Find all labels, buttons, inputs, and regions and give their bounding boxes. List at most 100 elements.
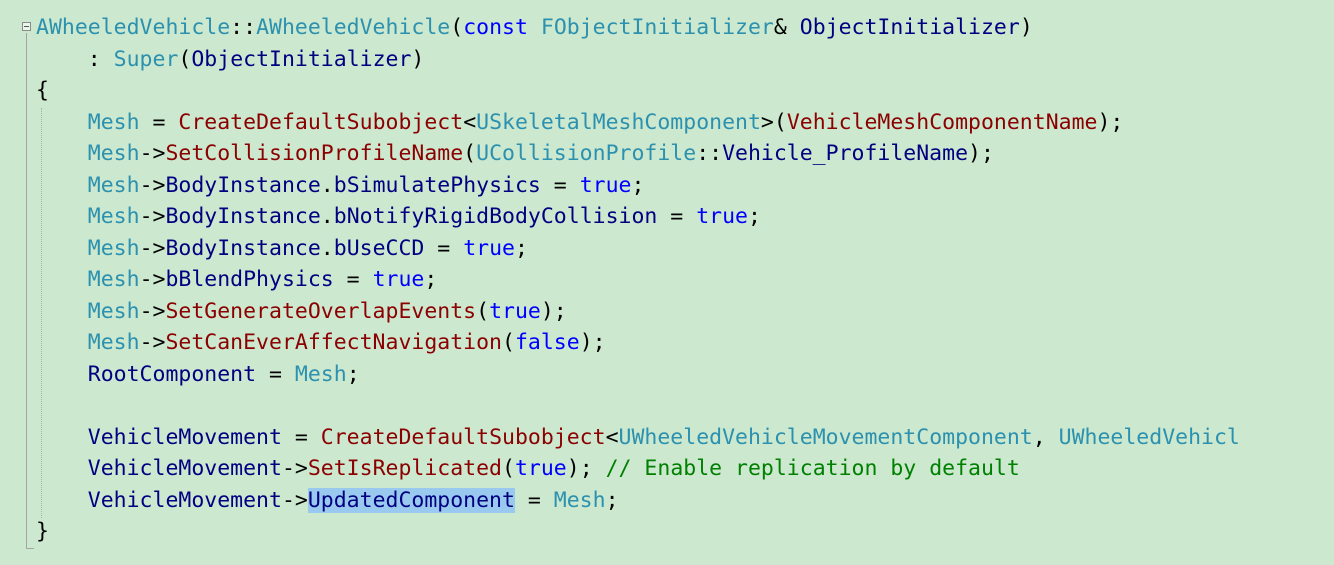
member-token: Mesh [87, 141, 140, 166]
operator-token: = [424, 235, 464, 261]
function-token: SetGenerateOverlapEvents [165, 298, 477, 324]
code-line-11[interactable]: Mesh->SetCanEverAffectNavigation(false); [36, 327, 606, 359]
code-line-3[interactable]: { [36, 75, 49, 107]
keyword-token: true [489, 298, 541, 324]
code-line-8[interactable]: Mesh->BodyInstance.bUseCCD = true; [36, 233, 528, 265]
punctuation-token: >( [760, 109, 787, 135]
member-token: Mesh [87, 267, 140, 292]
function-token: CreateDefaultSubobject [320, 424, 606, 450]
punctuation-token: ; [631, 172, 645, 198]
type-token: UWheeledVehicleMovementComponent [618, 424, 1033, 450]
punctuation-token: ); [566, 456, 606, 481]
code-line-14[interactable]: VehicleMovement = CreateDefaultSubobject… [36, 422, 1240, 454]
indent-token [36, 362, 88, 387]
operator-token: -> [139, 141, 166, 166]
function-token: SetCollisionProfileName [165, 141, 464, 166]
punctuation-token: ; [747, 204, 761, 229]
punctuation-token: ); [540, 298, 567, 324]
operator-token: -> [139, 330, 166, 355]
field-token: RootComponent [87, 361, 257, 387]
indent-token [36, 488, 88, 513]
code-line-12[interactable]: RootComponent = Mesh; [36, 359, 360, 391]
operator-token: = [256, 361, 295, 387]
code-line-16[interactable]: VehicleMovement->UpdatedComponent = Mesh… [36, 485, 619, 517]
member-token: Mesh [87, 172, 140, 198]
keyword-token: const [463, 15, 528, 40]
indent-token [36, 204, 88, 229]
collapse-toggle-icon[interactable] [22, 22, 31, 31]
operator-token: = [139, 109, 179, 135]
operator-token: -> [139, 235, 166, 261]
operator-token: -> [281, 487, 308, 513]
operator-token: -> [139, 267, 166, 292]
code-editor[interactable]: AWheeledVehicle::AWheeledVehicle(const F… [0, 0, 1334, 565]
field-token: VehicleMovement [87, 487, 282, 513]
member-token: Mesh [87, 235, 140, 261]
punctuation-token: ; [424, 267, 438, 292]
keyword-token: true [696, 204, 748, 229]
static-member-token: Vehicle_ProfileName [722, 141, 969, 166]
field-token: bSimulatePhysics [333, 172, 541, 198]
indent-token [36, 456, 88, 481]
code-line-15[interactable]: VehicleMovement->SetIsReplicated(true); … [36, 453, 1020, 485]
indent-token [36, 425, 88, 450]
punctuation-token: & [773, 15, 800, 40]
fold-region-end [26, 548, 34, 549]
punctuation-token: ); [968, 141, 994, 166]
keyword-token: false [514, 330, 580, 355]
type-token: USkeletalMeshComponent [476, 109, 761, 135]
close-brace-token: } [36, 519, 49, 544]
punctuation-token: ) [411, 46, 425, 72]
code-line-10[interactable]: Mesh->SetGenerateOverlapEvents(true); [36, 296, 567, 328]
function-token: SetIsReplicated [307, 456, 503, 481]
field-token: BodyInstance [165, 235, 321, 261]
fold-region-line [26, 33, 27, 549]
punctuation-token: < [605, 424, 619, 450]
macro-token: VehicleMeshComponentName [786, 109, 1098, 135]
constructor-name-token: AWheeledVehicle [256, 15, 451, 40]
code-line-6[interactable]: Mesh->BodyInstance.bSimulatePhysics = tr… [36, 170, 645, 202]
keyword-token: true [579, 172, 632, 198]
operator-token: -> [281, 456, 308, 481]
code-line-2[interactable]: : Super(ObjectInitializer) [36, 44, 425, 76]
type-token: FObjectInitializer [540, 15, 774, 40]
field-token: bUseCCD [333, 235, 425, 261]
punctuation-token: ( [463, 141, 477, 166]
punctuation-token: ( [502, 330, 515, 355]
selected-text-highlight[interactable]: UpdatedComponent [307, 487, 515, 513]
operator-token: . [320, 204, 334, 229]
indent-token [36, 299, 88, 324]
keyword-token: true [463, 235, 515, 261]
code-line-1[interactable]: AWheeledVehicle::AWheeledVehicle(const F… [36, 12, 1033, 44]
scope-operator-token: :: [696, 141, 723, 166]
field-token: BodyInstance [165, 204, 321, 229]
operator-token: . [320, 235, 334, 261]
code-line-9[interactable]: Mesh->bBlendPhysics = true; [36, 264, 438, 296]
member-token: Mesh [553, 487, 606, 513]
punctuation-token: ); [579, 330, 606, 355]
indent-token [36, 173, 88, 198]
super-token: Super [113, 46, 179, 72]
member-token: Mesh [87, 109, 140, 135]
indent-token [36, 141, 88, 166]
punctuation-token: ; [514, 235, 528, 261]
operator-token: = [281, 424, 321, 450]
operator-token: = [657, 204, 697, 229]
punctuation-token: ( [178, 46, 192, 72]
parameter-token: ObjectInitializer [191, 46, 412, 72]
field-token: VehicleMovement [87, 424, 282, 450]
initializer-colon-token: : [36, 46, 114, 72]
member-token: Mesh [87, 330, 140, 355]
punctuation-token: ) [1019, 15, 1033, 40]
code-line-17[interactable]: } [36, 516, 49, 548]
function-token: CreateDefaultSubobject [178, 109, 464, 135]
keyword-token: true [514, 456, 567, 481]
code-line-4[interactable]: Mesh = CreateDefaultSubobject<USkeletalM… [36, 107, 1124, 139]
type-token: UCollisionProfile [476, 141, 697, 166]
punctuation-token: ( [450, 15, 464, 40]
operator-token: = [333, 267, 373, 292]
code-line-7[interactable]: Mesh->BodyInstance.bNotifyRigidBodyColli… [36, 201, 761, 233]
field-token: BodyInstance [165, 172, 321, 198]
code-line-5[interactable]: Mesh->SetCollisionProfileName(UCollision… [36, 138, 994, 170]
